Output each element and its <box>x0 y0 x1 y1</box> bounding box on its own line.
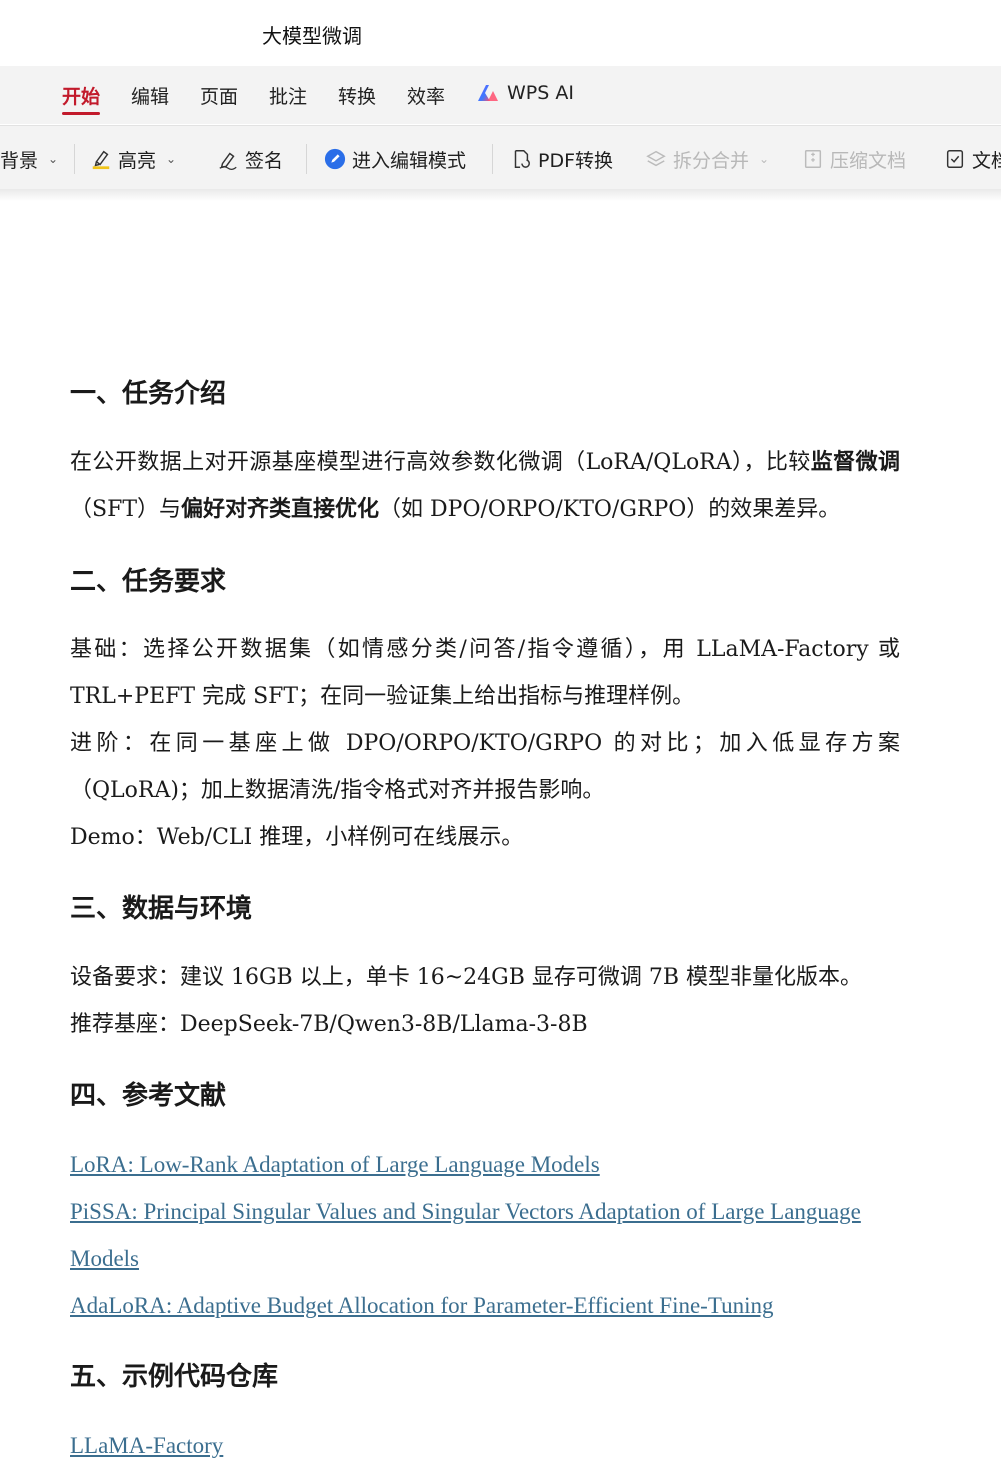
paragraph-basic: 基础：选择公开数据集（如情感分类/问答/指令遵循），用 LLaMA-Factor… <box>70 637 900 709</box>
toolbar-shadow <box>0 189 1001 201</box>
wps-ai-label: WPS AI <box>507 82 574 104</box>
title-bar: 大模型微调 <box>0 0 1001 66</box>
compress-icon <box>802 148 824 170</box>
wps-ai-icon <box>476 83 500 103</box>
split-merge-button[interactable]: 拆分合并 ⌄ <box>645 146 769 172</box>
pdf-convert-button[interactable]: PDF转换 <box>510 146 613 172</box>
highlight-button[interactable]: 高亮 ⌄ <box>90 146 176 172</box>
section-heading: 五、示例代码仓库 <box>70 1362 279 1392</box>
edit-pen-icon <box>324 148 346 170</box>
document-page: 一、任务介绍 在公开数据上对开源基座模型进行高效参数化微调（LoRA/QLoRA… <box>0 201 1001 1477</box>
tab-edit[interactable]: 编辑 <box>131 82 169 109</box>
tab-efficiency[interactable]: 效率 <box>407 82 445 109</box>
toolbar-divider <box>306 144 307 174</box>
checklist-icon <box>944 148 966 170</box>
paragraph-advanced: 进阶：在同一基座上做 DPO/ORPO/KTO/GRPO 的对比；加入低显存方案… <box>70 731 900 803</box>
section-heading: 二、任务要求 <box>70 567 227 597</box>
doc-button[interactable]: 文档 <box>944 146 1001 172</box>
layers-icon <box>645 148 667 170</box>
reference-link[interactable]: LoRA: Low-Rank Adaptation of Large Langu… <box>70 1141 600 1188</box>
chevron-down-icon: ⌄ <box>166 152 177 166</box>
highlighter-icon <box>90 148 112 170</box>
paragraph-task-intro: 在公开数据上对开源基座模型进行高效参数化微调（LoRA/QLoRA），比较监督微… <box>70 439 900 533</box>
tab-wps-ai[interactable]: WPS AI <box>476 82 574 104</box>
compress-button[interactable]: 压缩文档 <box>802 146 906 172</box>
doc-label: 文档 <box>972 149 1001 172</box>
document-title: 大模型微调 <box>262 24 362 48</box>
menu-bar: 开始 编辑 页面 批注 转换 效率 WPS AI <box>0 66 1001 124</box>
pdf-convert-label: PDF转换 <box>538 149 614 172</box>
pen-sign-icon <box>217 148 239 170</box>
section-heading: 三、数据与环境 <box>70 894 253 924</box>
chevron-down-icon: ⌄ <box>48 152 59 166</box>
edit-mode-button[interactable]: 进入编辑模式 <box>324 146 466 172</box>
convert-icon <box>510 148 532 170</box>
toolbar-divider <box>74 144 75 174</box>
reference-link[interactable]: Models <box>70 1235 139 1282</box>
ribbon-toolbar: 背景 ⌄ 高亮 ⌄ 签名 进入编辑模式 PDF转换 拆分合并 ⌄ 压缩文档 文档 <box>0 125 1001 190</box>
paragraph-demo: Demo：Web/CLI 推理，小样例可在线展示。 <box>70 825 524 850</box>
compress-label: 压缩文档 <box>830 149 907 172</box>
reference-link[interactable]: AdaLoRA: Adaptive Budget Allocation for … <box>70 1282 773 1329</box>
tab-convert[interactable]: 转换 <box>338 82 376 109</box>
section-heading: 四、参考文献 <box>70 1081 227 1111</box>
chevron-down-icon: ⌄ <box>759 152 770 166</box>
paragraph-device: 设备要求：建议 16GB 以上，单卡 16~24GB 显存可微调 7B 模型非量… <box>70 965 863 990</box>
text-run: （如 DPO/ORPO/KTO/GRPO）的效果差异。 <box>379 497 841 522</box>
background-button[interactable]: 背景 ⌄ <box>0 146 58 172</box>
bold-text: 偏好对齐类直接优化 <box>181 497 380 522</box>
reference-link[interactable]: PiSSA: Principal Singular Values and Sin… <box>70 1188 861 1235</box>
highlight-label: 高亮 <box>118 149 157 172</box>
tab-page[interactable]: 页面 <box>200 82 238 109</box>
text-run: （SFT）与 <box>70 497 182 522</box>
text-run: 在公开数据上对开源基座模型进行高效参数化微调（LoRA/QLoRA），比较 <box>70 450 811 475</box>
repo-link[interactable]: LLaMA-Factory <box>70 1422 223 1469</box>
toolbar-divider <box>492 144 493 174</box>
active-tab-indicator <box>62 112 100 115</box>
paragraph-base-models: 推荐基座：DeepSeek-7B/Qwen3-8B/Llama-3-8B <box>70 1012 588 1037</box>
split-merge-label: 拆分合并 <box>673 149 750 172</box>
sign-button[interactable]: 签名 <box>217 146 283 172</box>
tab-annotate[interactable]: 批注 <box>269 82 307 109</box>
sign-label: 签名 <box>245 149 284 172</box>
bold-text: 监督微调 <box>810 450 900 475</box>
background-label: 背景 <box>0 149 39 172</box>
edit-mode-label: 进入编辑模式 <box>352 149 467 172</box>
tab-start[interactable]: 开始 <box>62 82 100 109</box>
section-heading: 一、任务介绍 <box>70 379 227 409</box>
